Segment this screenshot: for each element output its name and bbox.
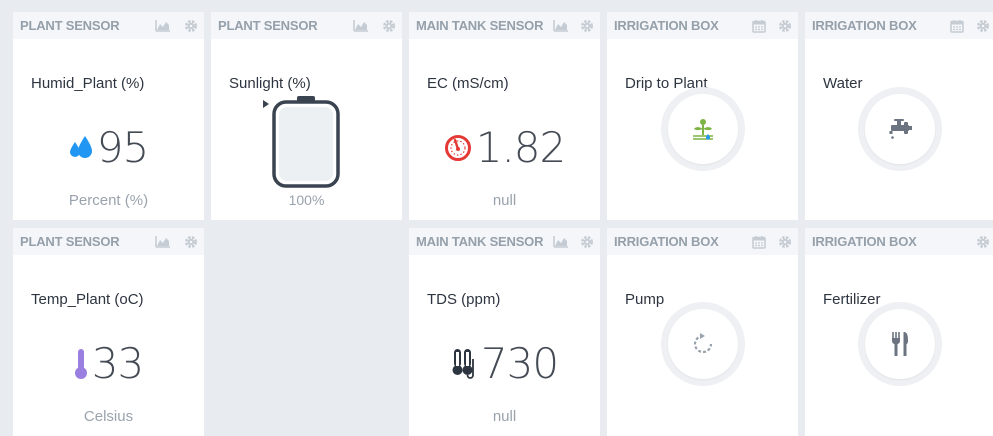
refresh-icon bbox=[668, 309, 738, 379]
sunlight-widget: PLANT SENSOR Sunlight (%) 100% bbox=[211, 12, 402, 220]
widget-label: Water bbox=[823, 75, 863, 92]
widget-label: Humid_Plant (%) bbox=[31, 75, 145, 92]
fertilizer-widget: IRRIGATION BOX Fertilizer bbox=[805, 228, 993, 436]
drip-toggle-button[interactable] bbox=[661, 87, 745, 171]
unit-label: null bbox=[492, 408, 517, 425]
value-display: 1.82 bbox=[409, 124, 600, 172]
calendar-icon[interactable] bbox=[949, 18, 965, 33]
ec-widget: MAIN TANK SENSOR EC (mS/cm) 1.82 null bbox=[409, 12, 600, 220]
unit-label: Percent (%) bbox=[68, 192, 149, 209]
probe-icon bbox=[451, 347, 477, 381]
gear-icon[interactable] bbox=[777, 18, 793, 33]
widget-header: IRRIGATION BOX bbox=[607, 12, 798, 39]
widget-header: IRRIGATION BOX bbox=[805, 12, 993, 39]
drip-widget: IRRIGATION BOX Drip to Plant bbox=[607, 12, 798, 220]
widget-header-title: PLANT SENSOR bbox=[218, 18, 318, 33]
widget-header-title: MAIN TANK SENSOR bbox=[416, 234, 544, 249]
value-display: 730 bbox=[409, 340, 600, 388]
temperature-value: 33 bbox=[91, 339, 144, 388]
widget-header: PLANT SENSOR bbox=[13, 12, 204, 39]
sunlight-percent: 100% bbox=[288, 192, 325, 208]
gear-icon[interactable] bbox=[975, 234, 991, 249]
pump-toggle-button[interactable] bbox=[661, 302, 745, 386]
pump-widget: IRRIGATION BOX Pump bbox=[607, 228, 798, 436]
tds-value: 730 bbox=[480, 339, 559, 388]
sprout-icon bbox=[668, 94, 738, 164]
water-drop-icon bbox=[69, 134, 93, 162]
gear-icon[interactable] bbox=[975, 18, 991, 33]
widget-header-title: IRRIGATION BOX bbox=[812, 234, 917, 249]
widget-header: MAIN TANK SENSOR bbox=[409, 228, 600, 255]
calendar-icon[interactable] bbox=[751, 18, 767, 33]
widget-label: Pump bbox=[625, 291, 665, 308]
unit-label: null bbox=[492, 192, 517, 209]
chart-icon[interactable] bbox=[155, 234, 171, 249]
widget-header-title: IRRIGATION BOX bbox=[614, 234, 719, 249]
widget-header-title: MAIN TANK SENSOR bbox=[416, 18, 544, 33]
widget-header: MAIN TANK SENSOR bbox=[409, 12, 600, 39]
widget-header-title: IRRIGATION BOX bbox=[812, 18, 917, 33]
calendar-icon[interactable] bbox=[751, 234, 767, 249]
gear-icon[interactable] bbox=[381, 18, 397, 33]
widget-header: PLANT SENSOR bbox=[13, 228, 204, 255]
chart-icon[interactable] bbox=[353, 18, 369, 33]
gear-icon[interactable] bbox=[183, 18, 199, 33]
widget-header: IRRIGATION BOX bbox=[805, 228, 993, 255]
tank-gauge-icon bbox=[263, 96, 347, 192]
gear-icon[interactable] bbox=[579, 234, 595, 249]
fertilizer-toggle-button[interactable] bbox=[858, 302, 942, 386]
gauge-icon bbox=[444, 134, 472, 162]
temp-plant-widget: PLANT SENSOR Temp_Plant (oC) 33 Celsius bbox=[13, 228, 204, 436]
faucet-icon bbox=[865, 94, 935, 164]
widget-label: Fertilizer bbox=[823, 291, 881, 308]
water-widget: IRRIGATION BOX Water bbox=[805, 12, 993, 220]
widget-header-title: IRRIGATION BOX bbox=[614, 18, 719, 33]
widget-header: IRRIGATION BOX bbox=[607, 228, 798, 255]
widget-label: Sunlight (%) bbox=[229, 75, 311, 92]
ec-value: 1.82 bbox=[475, 123, 567, 172]
humidity-value: 95 bbox=[96, 123, 149, 172]
chart-icon[interactable] bbox=[553, 234, 569, 249]
widget-label: EC (mS/cm) bbox=[427, 75, 509, 92]
widget-header-title: PLANT SENSOR bbox=[20, 234, 120, 249]
gear-icon[interactable] bbox=[777, 234, 793, 249]
water-toggle-button[interactable] bbox=[858, 87, 942, 171]
fork-knife-icon bbox=[865, 309, 935, 379]
widget-header: PLANT SENSOR bbox=[211, 12, 402, 39]
dashboard-grid: PLANT SENSOR Humid_Plant (%) 95 Percent … bbox=[0, 0, 993, 436]
widget-label: TDS (ppm) bbox=[427, 291, 501, 308]
unit-label: Celsius bbox=[83, 408, 134, 425]
chart-icon[interactable] bbox=[553, 18, 569, 33]
chart-icon[interactable] bbox=[155, 18, 171, 33]
thermometer-icon bbox=[74, 348, 88, 380]
gear-icon[interactable] bbox=[183, 234, 199, 249]
humid-plant-widget: PLANT SENSOR Humid_Plant (%) 95 Percent … bbox=[13, 12, 204, 220]
widget-label: Temp_Plant (oC) bbox=[31, 291, 144, 308]
tds-widget: MAIN TANK SENSOR TDS (ppm) 730 null bbox=[409, 228, 600, 436]
value-display: 33 bbox=[13, 340, 204, 388]
value-display: 95 bbox=[13, 124, 204, 172]
widget-header-title: PLANT SENSOR bbox=[20, 18, 120, 33]
gear-icon[interactable] bbox=[579, 18, 595, 33]
